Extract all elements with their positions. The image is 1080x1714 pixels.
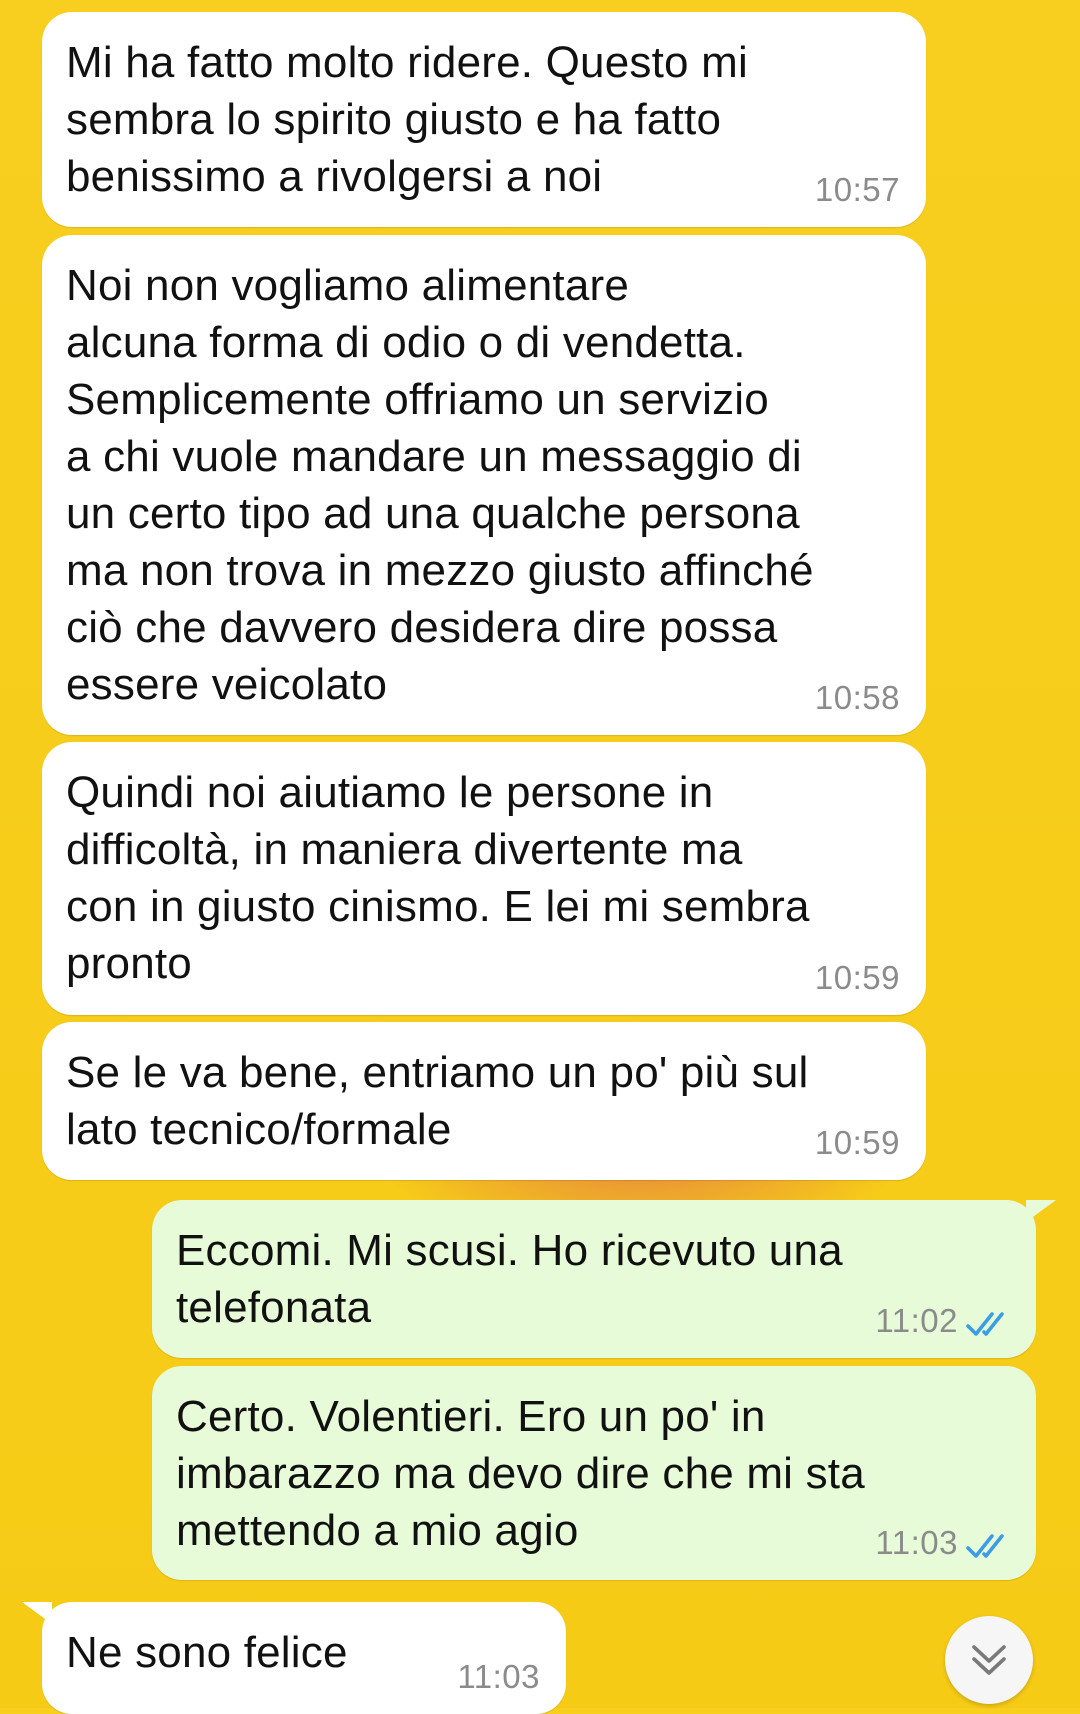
double-check-icon: [966, 1312, 1004, 1336]
message-text: Mi ha fatto molto ridere. Questo mi semb…: [66, 38, 748, 201]
message-timestamp: 11:03: [457, 1658, 540, 1695]
message-bubble-incoming[interactable]: Quindi noi aiutiamo le persone in diffic…: [42, 742, 926, 1015]
message-text: Noi non vogliamo alimentare alcuna forma…: [66, 261, 814, 709]
message-bubble-outgoing[interactable]: Eccomi. Mi scusi. Ho ricevuto una telefo…: [152, 1200, 1056, 1358]
bubble-tail: [1026, 1200, 1056, 1222]
double-check-icon: [966, 1534, 1004, 1558]
message-timestamp: 10:58: [814, 679, 900, 716]
message-timestamp: 10:59: [814, 959, 900, 996]
message-timestamp: 10:59: [814, 1124, 900, 1161]
message-bubble-incoming[interactable]: Noi non vogliamo alimentare alcuna forma…: [42, 235, 926, 735]
message-timestamp: 11:02: [875, 1302, 958, 1339]
scroll-to-bottom-button[interactable]: [945, 1616, 1033, 1704]
message-text: Se le va bene, entriamo un po' più sul l…: [66, 1048, 809, 1154]
message-bubble-outgoing[interactable]: Certo. Volentieri. Ero un po' in imbaraz…: [152, 1366, 1036, 1580]
bubble-tail: [22, 1602, 52, 1624]
message-bubble-incoming[interactable]: Mi ha fatto molto ridere. Questo mi semb…: [42, 12, 926, 227]
double-chevron-down-icon: [972, 1645, 1006, 1675]
message-timestamp: 10:57: [814, 171, 900, 208]
message-bubble-incoming[interactable]: Se le va bene, entriamo un po' più sul l…: [42, 1022, 926, 1180]
message-timestamp: 11:03: [875, 1524, 958, 1561]
message-bubble-incoming[interactable]: Ne sono felice 11:03: [22, 1602, 566, 1714]
message-text: Quindi noi aiutiamo le persone in diffic…: [66, 768, 810, 988]
